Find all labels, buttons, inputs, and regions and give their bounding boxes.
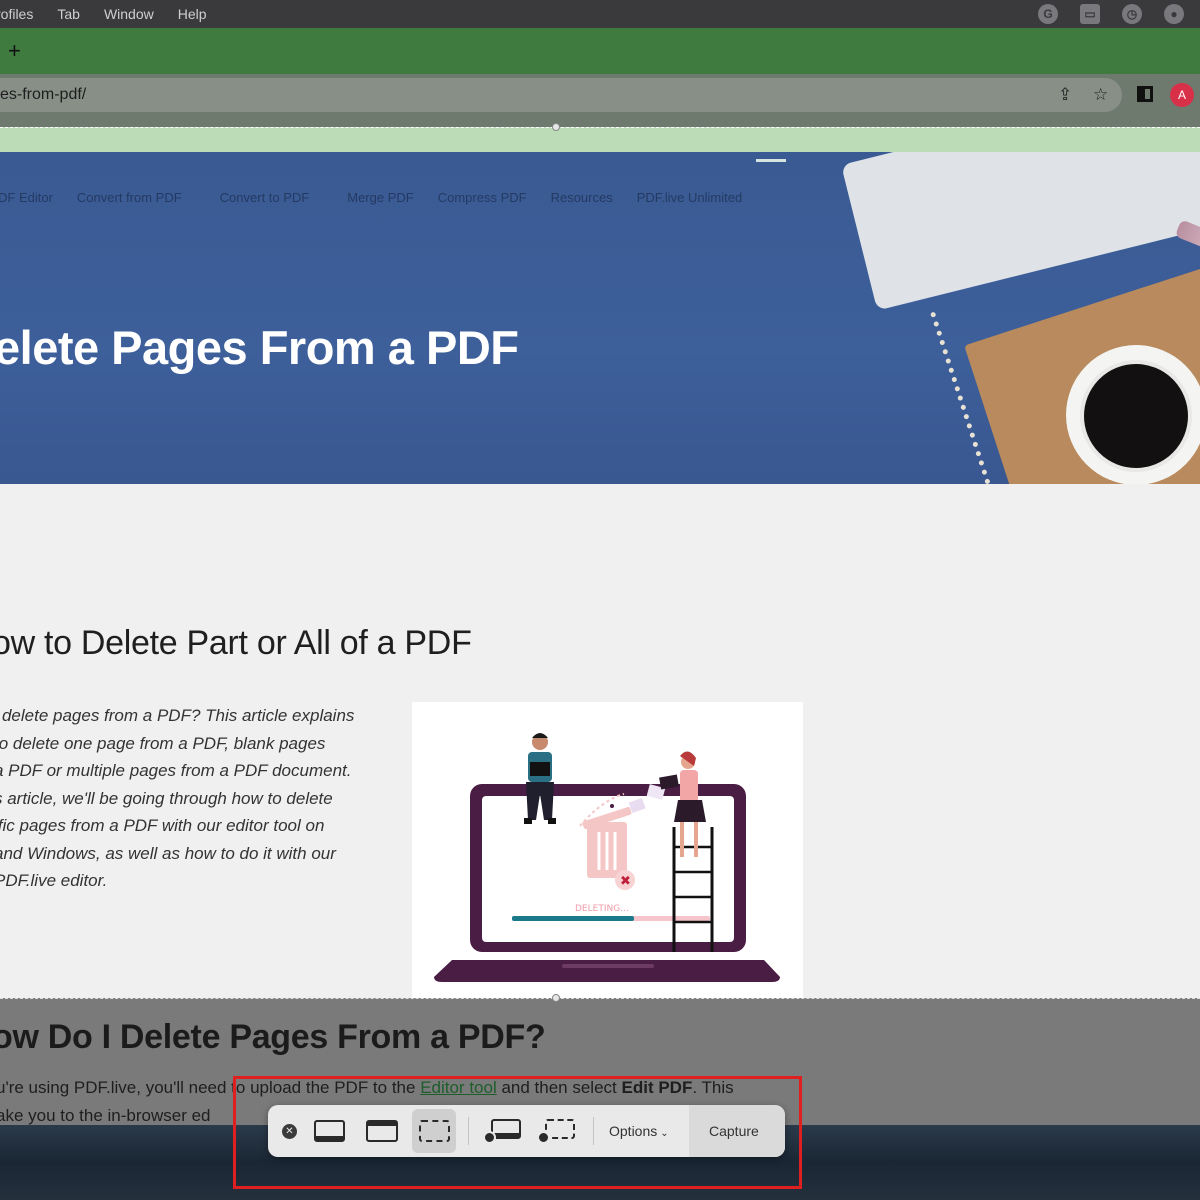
url-text: es-from-pdf/ [0, 86, 87, 103]
browser-toolbar: es-from-pdf/ ⇪ ☆ A [0, 74, 1200, 116]
status-icons: G ▭ ◷ ● [1038, 4, 1184, 24]
section-heading: ow to Delete Part or All of a PDF [0, 624, 472, 662]
man-shoe [548, 818, 556, 824]
screen-share-icon[interactable]: ▭ [1080, 4, 1100, 24]
nav-pdf-editor[interactable]: DF Editor [0, 190, 53, 205]
selection-border-bottom [0, 998, 1200, 999]
page-header-strip [0, 127, 1200, 152]
selection-handle-top[interactable] [552, 123, 560, 131]
nav-merge-pdf[interactable]: Merge PDF [347, 190, 413, 205]
menu-help[interactable]: Help [178, 6, 207, 22]
intro-line: PDF.live editor. [0, 871, 108, 890]
plant-image [756, 152, 786, 162]
intro-line: ' delete pages from a PDF? This article … [0, 706, 355, 725]
intro-paragraph: ' delete pages from a PDF? This article … [0, 702, 394, 895]
address-bar[interactable]: es-from-pdf/ ⇪ ☆ [0, 78, 1122, 112]
nav-compress-pdf[interactable]: Compress PDF [438, 190, 527, 205]
browser-tab-strip: + [0, 28, 1200, 74]
menu-bar: rofiles Tab Window Help G ▭ ◷ ● [0, 0, 1200, 28]
selection-top-band [0, 116, 1200, 152]
coffee-cup [1080, 360, 1192, 472]
share-icon[interactable]: ⇪ [1058, 85, 1072, 105]
deleting-label: DELETING... [575, 904, 629, 914]
nav-pdf-live-unlimited[interactable]: PDF.live Unlimited [637, 190, 742, 205]
article-body: ow to Delete Part or All of a PDF ' dele… [0, 484, 1200, 998]
intro-line: a PDF or multiple pages from a PDF docum… [0, 761, 352, 780]
deleting-illustration: ✖ DELETING... [412, 702, 803, 998]
selection-handle-bottom[interactable] [552, 994, 560, 1002]
intro-line: ific pages from a PDF with our editor to… [0, 816, 325, 835]
nav-convert-from-pdf[interactable]: Convert from PDF [77, 190, 182, 205]
site-nav: DF Editor Convert from PDF Convert to PD… [0, 190, 742, 205]
nav-resources[interactable]: Resources [551, 190, 613, 205]
new-tab-button[interactable]: + [8, 40, 21, 62]
user-icon[interactable]: ● [1164, 4, 1184, 24]
man-shoe [524, 818, 532, 824]
intro-line: to delete one page from a PDF, blank pag… [0, 733, 326, 753]
menu-tab[interactable]: Tab [57, 6, 80, 22]
menu-window[interactable]: Window [104, 6, 154, 22]
page-title: elete Pages From a PDF [0, 321, 519, 374]
grammarly-icon[interactable]: G [1038, 4, 1058, 24]
time-machine-icon[interactable]: ◷ [1122, 4, 1142, 24]
hero-banner: DF Editor Convert from PDF Convert to PD… [0, 152, 1200, 484]
man-hair [532, 733, 548, 738]
intro-line: and Windows, as well as how to do it wit… [0, 843, 336, 863]
intro-line: s article, we'll be going through how to… [0, 788, 333, 808]
selection-border-top [0, 127, 1200, 128]
decor-dot [606, 788, 610, 792]
illustration-svg: ✖ DELETING... [434, 733, 780, 982]
nav-convert-to-pdf[interactable]: Convert to PDF [220, 190, 310, 205]
menu-profiles[interactable]: rofiles [0, 6, 33, 22]
progress-fill [512, 916, 634, 921]
section2-heading: ow Do I Delete Pages From a PDF? [0, 1018, 546, 1056]
laptop-trackpad [562, 964, 654, 968]
decor-dot [610, 804, 614, 808]
highlight-annotation-box [233, 1076, 802, 1189]
man-laptop [530, 762, 550, 776]
woman-skirt [674, 800, 706, 822]
error-x-icon: ✖ [620, 874, 631, 889]
side-panel-icon[interactable] [1137, 86, 1153, 102]
profile-avatar[interactable]: A [1170, 83, 1194, 107]
laptop-base [434, 960, 780, 982]
pen-image [1174, 219, 1200, 259]
woman-shirt [680, 770, 698, 804]
bookmark-star-icon[interactable]: ☆ [1093, 85, 1108, 105]
